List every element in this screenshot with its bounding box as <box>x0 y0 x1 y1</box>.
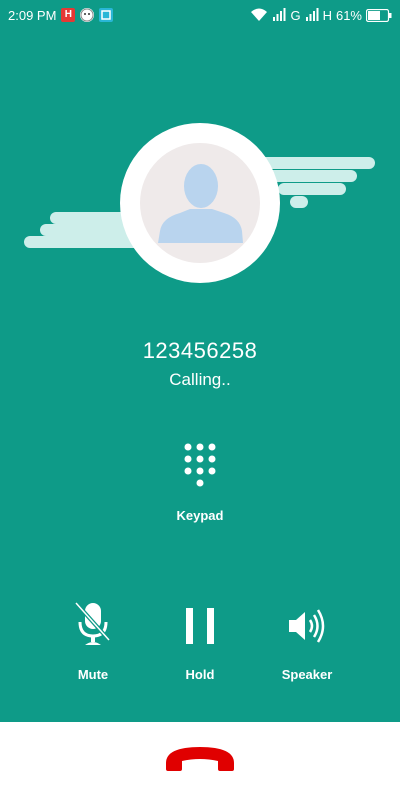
speaker-label: Speaker <box>281 667 333 682</box>
hold-label: Hold <box>185 667 215 682</box>
end-call-button[interactable] <box>160 737 240 777</box>
signal-icon-2 <box>305 8 319 21</box>
signal-icon <box>273 8 286 21</box>
clock: 2:09 PM <box>8 7 57 23</box>
h-app-icon: H <box>61 8 76 22</box>
network-type-1: G <box>290 7 301 23</box>
network-type-2: H <box>322 7 332 23</box>
avatar-placeholder <box>140 143 260 263</box>
dialpad-icon <box>184 443 216 487</box>
status-bar-left: 2:09 PM H <box>8 7 114 23</box>
end-call-icon <box>166 747 234 771</box>
status-bar: 2:09 PM H G H 61% <box>0 0 400 30</box>
pause-icon <box>186 608 214 644</box>
status-bar-right: G H 61% <box>250 8 392 23</box>
keypad-button[interactable]: Keypad <box>160 440 240 530</box>
contact-avatar <box>120 123 280 283</box>
mute-button[interactable]: Mute <box>43 600 143 690</box>
phone-number: 123456258 <box>142 338 258 363</box>
app-icon <box>99 8 114 22</box>
wifi-icon <box>251 8 268 21</box>
person-icon <box>158 164 243 243</box>
mic-off-icon <box>74 601 111 645</box>
mute-label: Mute <box>77 667 109 682</box>
battery-icon <box>366 8 392 22</box>
battery-percent: 61% <box>335 7 362 23</box>
hold-button[interactable]: Hold <box>150 600 250 690</box>
face-icon <box>80 8 95 22</box>
call-status: Calling.. <box>169 370 231 389</box>
bottom-bar <box>0 722 400 800</box>
speaker-button[interactable]: Speaker <box>257 600 357 690</box>
keypad-label: Keypad <box>176 508 224 523</box>
speaker-icon <box>289 609 325 643</box>
